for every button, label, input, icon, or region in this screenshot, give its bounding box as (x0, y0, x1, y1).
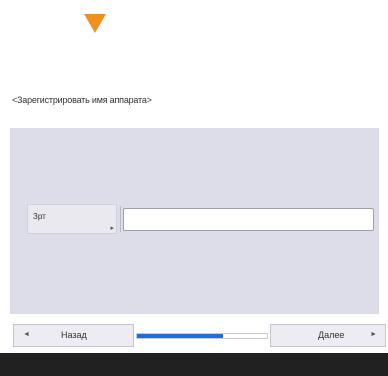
field-divider (120, 206, 121, 232)
next-button-label: Далее (318, 330, 345, 340)
progress-bar (136, 333, 268, 339)
device-name-input[interactable] (123, 208, 374, 231)
down-arrow-indicator-icon (84, 14, 106, 33)
right-arrow-icon: ► (370, 331, 377, 338)
next-button[interactable]: Далее ► (270, 324, 386, 347)
field-label-button[interactable]: Зрт ▸ (27, 204, 117, 234)
field-label-marker-icon: ▸ (110, 225, 114, 232)
back-button-label: Назад (61, 330, 87, 340)
form-panel: Зрт ▸ (10, 128, 379, 314)
screen-title: <Зарегистрировать имя аппарата> (12, 95, 152, 105)
back-button[interactable]: ◄ Назад (13, 324, 134, 347)
bottom-status-bar (0, 353, 388, 376)
progress-fill (137, 334, 223, 338)
left-arrow-icon: ◄ (23, 331, 30, 338)
field-label: Зрт (33, 212, 46, 221)
